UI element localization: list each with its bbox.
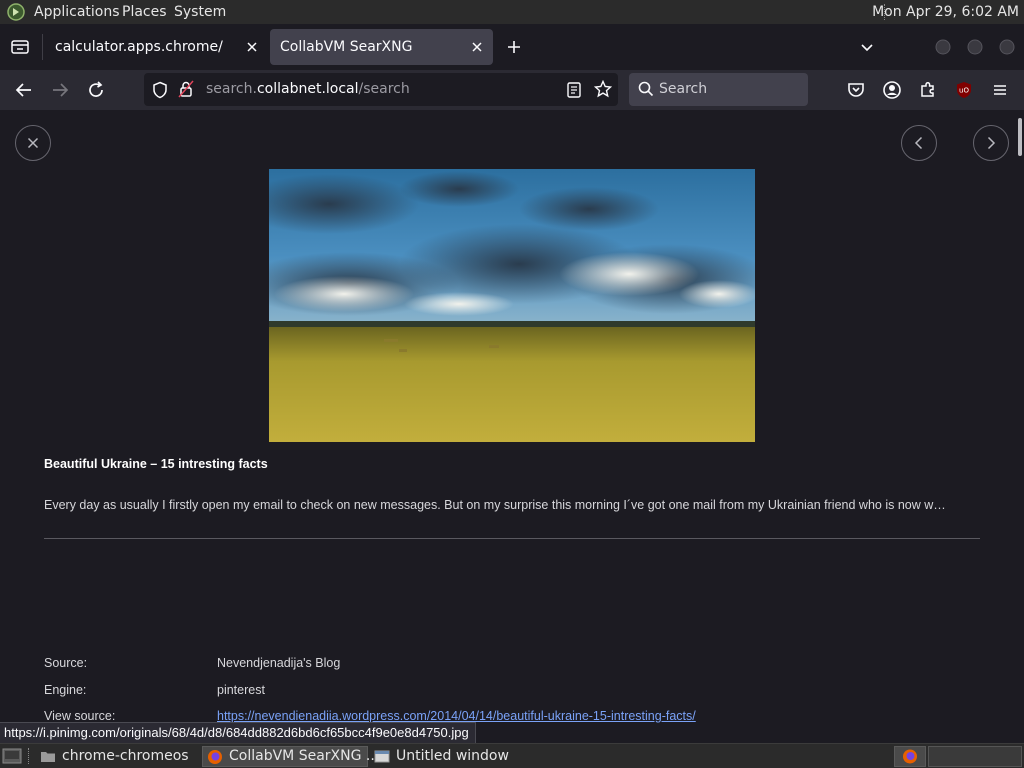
window-icon [374,749,390,764]
reload-icon[interactable] [84,78,108,102]
extensions-puzzle-icon[interactable] [916,78,940,102]
top-panel: Applications Places System Mon Apr 29, 6… [0,0,1024,24]
show-desktop-icon[interactable] [2,747,22,765]
window-minimize-icon[interactable] [935,39,951,55]
svg-text:uO: uO [959,87,969,95]
pocket-icon[interactable] [844,78,868,102]
forward-arrow-icon[interactable] [48,78,72,102]
close-tab-icon[interactable] [469,39,485,55]
bookmark-star-icon[interactable] [594,80,612,98]
meta-value-source: Nevendjenadija's Blog [217,656,341,670]
window-close-icon[interactable] [999,39,1015,55]
next-result-button[interactable] [973,125,1009,161]
account-icon[interactable] [880,78,904,102]
menu-places[interactable]: Places [122,4,167,20]
search-bar[interactable]: Search [629,73,808,106]
scrollbar-thumb[interactable] [1018,118,1022,156]
taskbar-separator [28,748,30,764]
workspace-firefox-icon[interactable] [894,746,926,767]
new-tab-plus-icon[interactable] [506,39,522,55]
navigation-toolbar: search.collabnet.local/search Search uO [0,70,1024,110]
url-bar[interactable]: search.collabnet.local/search [144,73,618,106]
close-preview-button[interactable] [15,125,51,161]
meta-key-view-source: View source: [44,709,116,723]
folder-icon [40,749,56,764]
firefox-icon [207,749,223,765]
page-content: Beautiful Ukraine – 15 intresting facts … [0,110,1024,743]
close-tab-icon[interactable] [244,39,260,55]
url-path: /search [358,81,410,97]
meta-value-engine: pinterest [217,683,265,697]
menu-applications[interactable]: Applications [34,4,120,20]
reader-view-icon[interactable] [566,81,582,99]
status-url-tooltip: https://i.pinimg.com/originals/68/4d/d8/… [0,722,476,744]
meta-key-source: Source: [44,656,88,670]
tracking-protection-shield-icon[interactable] [152,81,168,99]
list-all-tabs-chevron-down-icon[interactable] [859,39,875,55]
back-arrow-icon[interactable] [12,78,36,102]
url-prefix: search. [206,81,257,97]
workspace-switcher[interactable] [928,746,1022,767]
firefox-view-icon[interactable] [10,38,30,56]
tab-label: calculator.apps.chrome/ [55,39,223,55]
hamburger-menu-icon[interactable] [988,78,1012,102]
search-icon [638,81,654,97]
bottom-taskbar: chrome-chromeos CollabVM SearXNG ... Unt… [0,743,1024,768]
result-title: Beautiful Ukraine – 15 intresting facts [44,457,268,471]
result-image[interactable] [269,169,755,442]
tab-collabvm-searxng[interactable]: CollabVM SearXNG [270,29,493,65]
task-label: CollabVM SearXNG ... [229,748,380,764]
clock[interactable]: Mon Apr 29, 6:02 AM [872,4,1019,20]
result-description: Every day as usually I firstly open my e… [44,498,946,512]
tab-label: CollabVM SearXNG [280,39,413,55]
insecure-lock-icon[interactable] [178,80,194,98]
divider [44,538,980,539]
tab-calculator[interactable]: calculator.apps.chrome/ [43,29,268,65]
gnome-foot-icon[interactable] [6,3,26,21]
tab-strip: calculator.apps.chrome/ CollabVM SearXNG [0,24,1024,70]
menu-system[interactable]: System [174,4,226,20]
task-chrome-chromeos[interactable]: chrome-chromeos [36,746,200,767]
task-label: chrome-chromeos [62,748,189,764]
previous-result-button[interactable] [901,125,937,161]
task-untitled-window[interactable]: Untitled window [370,746,538,767]
view-source-link[interactable]: https://nevendienadiia.wordpress.com/201… [217,709,696,723]
window-maximize-icon[interactable] [967,39,983,55]
task-collabvm-searxng[interactable]: CollabVM SearXNG ... [202,746,379,767]
url-text[interactable]: search.collabnet.local/search [206,81,410,97]
ublock-origin-icon[interactable]: uO [952,78,976,102]
task-label: Untitled window [396,748,509,764]
search-input[interactable]: Search [659,81,707,97]
meta-key-engine: Engine: [44,683,87,697]
url-host: collabnet.local [256,81,359,97]
